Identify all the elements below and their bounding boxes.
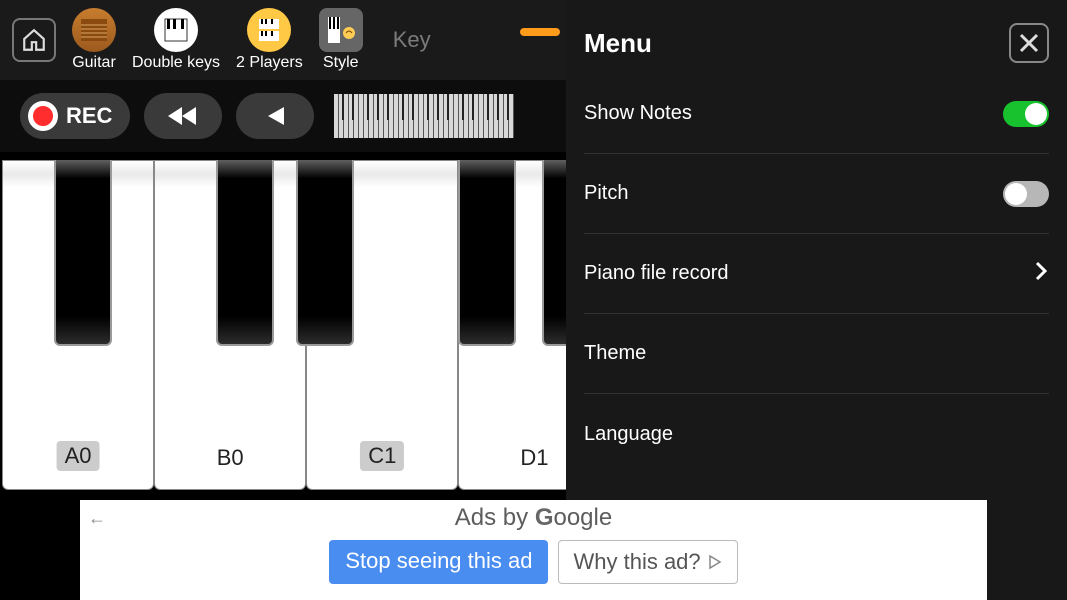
play-reverse-button[interactable] xyxy=(236,93,314,139)
key-label: B0 xyxy=(217,445,244,471)
chevron-right-icon xyxy=(1033,259,1049,289)
black-key[interactable] xyxy=(216,160,274,346)
black-key[interactable] xyxy=(458,160,516,346)
toggle[interactable] xyxy=(1003,181,1049,207)
black-key[interactable] xyxy=(296,160,354,346)
key-label: Key xyxy=(393,27,431,53)
record-label: REC xyxy=(66,103,112,129)
menu-item-label: Piano file record xyxy=(584,262,729,285)
nav-label: Guitar xyxy=(72,54,116,72)
rewind-button[interactable] xyxy=(144,93,222,139)
guitar-icon xyxy=(72,8,116,52)
menu-item-piano-file-record[interactable]: Piano file record xyxy=(584,234,1049,314)
style-icon xyxy=(319,8,363,52)
nav-two-players[interactable]: 2 Players xyxy=(236,8,303,72)
black-key[interactable] xyxy=(54,160,112,346)
key-label: A0 xyxy=(57,441,100,471)
ad-banner: ← Ads by Google Stop seeing this ad Why … xyxy=(80,500,987,600)
adchoices-icon xyxy=(707,554,723,570)
key-label: D1 xyxy=(520,445,548,471)
ad-header: Ads by Google xyxy=(80,500,987,532)
menu-item-show-notes[interactable]: Show Notes xyxy=(584,74,1049,154)
nav-guitar[interactable]: Guitar xyxy=(72,8,116,72)
nav-label: Style xyxy=(323,54,359,72)
two-players-icon xyxy=(247,8,291,52)
menu-item-label: Language xyxy=(584,423,673,446)
record-icon xyxy=(28,101,58,131)
home-button[interactable] xyxy=(12,18,56,62)
menu-item-label: Theme xyxy=(584,342,646,365)
ad-why-button[interactable]: Why this ad? xyxy=(558,540,737,584)
double-keys-icon xyxy=(154,8,198,52)
nav-style[interactable]: Style xyxy=(319,8,363,72)
toggle[interactable] xyxy=(1003,101,1049,127)
record-button[interactable]: REC xyxy=(20,93,130,139)
nav-label: 2 Players xyxy=(236,54,303,72)
menu-item-pitch[interactable]: Pitch xyxy=(584,154,1049,234)
menu-item-label: Pitch xyxy=(584,182,628,205)
key-label: C1 xyxy=(360,441,404,471)
ad-back-icon[interactable]: ← xyxy=(88,508,106,529)
nav-label: Double keys xyxy=(132,54,220,72)
menu-title: Menu xyxy=(584,28,652,59)
mini-piano-overview[interactable] xyxy=(334,94,514,138)
keys-slider-handle[interactable] xyxy=(520,28,560,36)
ad-stop-button[interactable]: Stop seeing this ad xyxy=(329,540,548,584)
close-button[interactable] xyxy=(1009,23,1049,63)
menu-item-theme[interactable]: Theme xyxy=(584,314,1049,394)
menu-item-label: Show Notes xyxy=(584,102,692,125)
menu-item-language[interactable]: Language xyxy=(584,394,1049,474)
nav-double-keys[interactable]: Double keys xyxy=(132,8,220,72)
